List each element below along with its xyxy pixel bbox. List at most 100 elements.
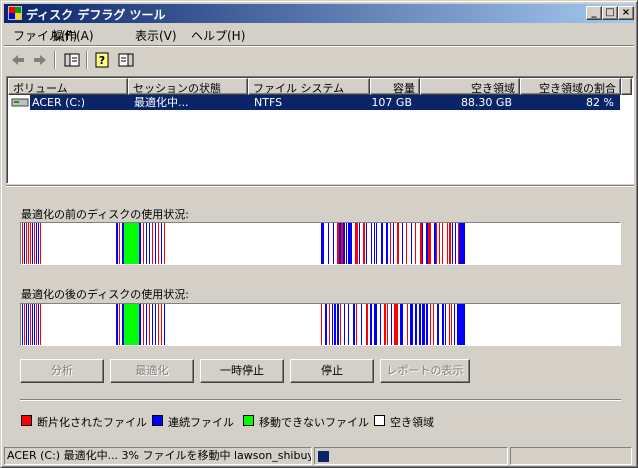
usage-stripe — [40, 223, 41, 264]
column-file-system[interactable]: ファイル システム — [248, 78, 370, 95]
usage-stripe — [359, 223, 360, 264]
defragment-button[interactable]: 最適化 — [110, 359, 194, 383]
usage-stripe — [34, 304, 35, 345]
close-button[interactable]: × — [618, 6, 634, 20]
status-bar: ACER (C:) 最適化中... 3% ファイルを移動中 lawson_shi… — [4, 446, 634, 466]
usage-stripe — [22, 304, 23, 345]
cell-free-space-pct: 82 % — [586, 96, 614, 109]
usage-stripe — [449, 304, 450, 345]
help-icon[interactable]: ? — [93, 51, 113, 69]
stop-button[interactable]: 停止 — [290, 359, 374, 383]
column-volume[interactable]: ボリューム — [8, 78, 128, 95]
usage-stripe — [32, 223, 33, 264]
toolbar: ? — [4, 47, 634, 73]
free-space-swatch — [374, 415, 385, 426]
maximize-icon: □ — [605, 7, 615, 18]
legend-label: 空き領域 — [390, 416, 434, 429]
before-disk-map-graphic — [22, 223, 465, 264]
usage-stripe — [328, 223, 329, 264]
usage-stripe — [397, 223, 399, 264]
usage-stripe — [24, 223, 25, 264]
show-hide-console-tree-icon[interactable] — [62, 51, 82, 69]
usage-stripe — [116, 304, 118, 345]
title-bar[interactable]: ディスク デフラグ ツール _ □ × — [4, 4, 634, 23]
usage-stripe — [400, 304, 402, 345]
usage-stripe — [116, 223, 118, 264]
volume-list[interactable]: ボリューム セッションの状態 ファイル システム 容量 空き領域 空き領域の割合… — [6, 76, 634, 184]
usage-stripe — [442, 223, 443, 264]
usage-stripe — [451, 304, 452, 345]
usage-stripe — [374, 223, 375, 264]
fragmented-swatch — [21, 415, 32, 426]
usage-stripe — [119, 223, 120, 264]
status-progress — [314, 447, 508, 465]
usage-stripe — [323, 223, 324, 264]
minimize-button[interactable]: _ — [586, 6, 602, 20]
usage-stripe — [459, 304, 465, 345]
column-capacity[interactable]: 容量 — [370, 78, 420, 95]
view-report-button[interactable]: レポートの表示 — [380, 359, 470, 383]
usage-stripe — [164, 304, 165, 345]
back-arrow-icon[interactable] — [8, 51, 28, 69]
usage-stripe — [164, 223, 165, 264]
usage-stripe — [394, 304, 396, 345]
column-free-space-pct[interactable]: 空き領域の割合 — [520, 78, 621, 95]
usage-stripe — [454, 304, 455, 345]
unmovable-block — [124, 223, 139, 264]
usage-stripe — [424, 304, 425, 345]
usage-stripe — [452, 223, 453, 264]
usage-stripe — [38, 223, 39, 264]
usage-stripe — [28, 223, 29, 264]
usage-stripe — [36, 304, 37, 345]
usage-stripe — [407, 304, 408, 345]
usage-stripe — [337, 223, 339, 264]
properties-pane-icon[interactable] — [116, 51, 136, 69]
usage-stripe — [406, 223, 407, 264]
usage-stripe — [334, 304, 336, 345]
menu-view[interactable]: 表示(V) — [135, 27, 177, 44]
usage-stripe — [357, 223, 358, 264]
forward-arrow-icon[interactable] — [30, 51, 50, 69]
usage-stripe — [428, 223, 430, 264]
usage-stripe — [430, 304, 431, 345]
volume-row[interactable]: ACER (C:) 最適化中... NTFS 107 GB 88.30 GB 8… — [8, 95, 632, 110]
window-title: ディスク デフラグ ツール — [26, 8, 166, 22]
cell-status: 最適化中... — [134, 96, 189, 109]
pause-button[interactable]: 一時停止 — [200, 359, 284, 383]
usage-stripe — [396, 304, 398, 345]
usage-stripe — [376, 304, 377, 345]
usage-stripe — [122, 223, 124, 264]
usage-stripe — [387, 304, 388, 345]
menu-help[interactable]: ヘルプ(H) — [191, 27, 245, 44]
menu-action[interactable]: 操作(A) — [52, 27, 94, 44]
usage-stripe — [38, 304, 39, 345]
usage-stripe — [155, 223, 156, 264]
usage-stripe — [146, 304, 147, 345]
usage-stripe — [149, 223, 150, 264]
legend-label: 断片化されたファイル — [37, 416, 147, 429]
usage-stripe — [426, 304, 428, 345]
usage-stripe — [143, 304, 144, 345]
usage-stripe — [356, 304, 357, 345]
usage-stripe — [344, 304, 345, 345]
drive-icon — [11, 98, 29, 107]
column-session-status[interactable]: セッションの状態 — [128, 78, 248, 95]
usage-stripe — [415, 223, 416, 264]
unmovable-block — [124, 304, 139, 345]
usage-stripe — [390, 223, 391, 264]
status-text: ACER (C:) 最適化中... 3% ファイルを移動中 lawson_shi… — [4, 447, 312, 465]
after-disk-map — [20, 303, 621, 346]
defrag-app-icon — [8, 6, 22, 20]
legend-label: 移動できないファイル — [259, 416, 369, 429]
analyze-button[interactable]: 分析 — [20, 359, 104, 383]
usage-stripe — [371, 223, 372, 264]
usage-stripe — [419, 304, 421, 345]
svg-text:?: ? — [99, 54, 105, 67]
usage-stripe — [410, 304, 412, 345]
usage-stripe — [32, 304, 33, 345]
maximize-button[interactable]: □ — [602, 6, 618, 20]
usage-stripe — [422, 223, 423, 264]
usage-stripe — [348, 304, 349, 345]
usage-stripe — [22, 223, 23, 264]
column-free-space[interactable]: 空き領域 — [420, 78, 520, 95]
